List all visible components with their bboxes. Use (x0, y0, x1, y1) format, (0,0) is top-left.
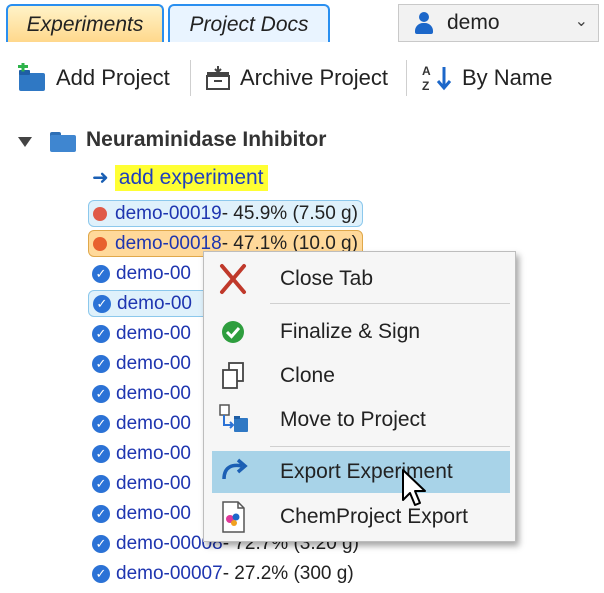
menu-label: Move to Project (280, 408, 426, 431)
experiment-item[interactable]: demo-00019 - 45.9% (7.50 g) (88, 200, 363, 227)
menu-item-export-experiment[interactable]: Export Experiment (212, 451, 510, 493)
menu-item-clone[interactable]: Clone (212, 355, 510, 397)
check-icon: ✓ (92, 534, 110, 553)
experiment-item[interactable]: ✓ demo-00 (88, 500, 195, 527)
status-dot-orange-icon (93, 236, 107, 251)
check-icon: ✓ (92, 354, 110, 373)
folder-icon (50, 132, 76, 152)
archive-project-label: Archive Project (240, 65, 388, 90)
experiment-item[interactable]: ✓ demo-00 (88, 380, 195, 407)
check-icon: ✓ (92, 474, 110, 493)
experiment-item[interactable]: ✓ demo-00 (88, 350, 195, 377)
check-icon: ✓ (92, 564, 110, 583)
experiment-id: demo-00019 (115, 202, 222, 224)
menu-label: Clone (280, 364, 335, 387)
experiment-id: demo-00007 (116, 562, 223, 584)
chemproject-document-icon (222, 501, 245, 533)
experiment-item[interactable]: ✓ demo-00 (88, 260, 195, 287)
experiment-id: demo-00 (116, 322, 191, 344)
menu-label: Close Tab (280, 267, 374, 290)
move-to-folder-icon (219, 404, 248, 432)
check-icon: ✓ (92, 444, 110, 463)
collapse-triangle-icon[interactable] (18, 137, 32, 147)
add-folder-icon (18, 63, 45, 91)
experiment-item[interactable]: ✓ demo-00 (88, 470, 195, 497)
svg-text:A: A (422, 64, 431, 78)
experiment-id: demo-00 (117, 292, 192, 314)
check-icon: ✓ (92, 264, 110, 283)
menu-label: Finalize & Sign (280, 320, 421, 343)
add-experiment-link[interactable]: ➜ add experiment (92, 164, 268, 191)
add-experiment-label: add experiment (114, 164, 268, 191)
experiment-id: demo-00 (116, 412, 191, 434)
user-dropdown[interactable]: demo ⌄ (398, 4, 599, 42)
experiment-yield: - 27.2% (300 g) (222, 562, 354, 584)
check-icon: ✓ (92, 414, 110, 433)
experiment-id: demo-00 (116, 442, 191, 464)
menu-label: ChemProject Export (280, 505, 468, 528)
check-icon: ✓ (92, 324, 110, 343)
check-icon: ✓ (92, 384, 110, 403)
menu-separator (270, 446, 510, 447)
experiment-id: demo-00 (116, 502, 191, 524)
export-arrow-icon (222, 458, 248, 480)
experiment-id: demo-00 (116, 262, 191, 284)
menu-item-finalize-sign[interactable]: Finalize & Sign (212, 311, 510, 353)
project-name[interactable]: Neuraminidase Inhibitor (86, 128, 326, 152)
svg-text:Z: Z (422, 79, 429, 93)
experiment-id: demo-00 (116, 472, 191, 494)
check-circle-icon (222, 321, 244, 343)
tab-project-docs[interactable]: Project Docs (168, 4, 330, 42)
experiment-id: demo-00 (116, 382, 191, 404)
experiment-item[interactable]: ✓ demo-00 (88, 320, 195, 347)
chevron-down-icon: ⌄ (574, 13, 588, 30)
copy-icon (222, 362, 244, 389)
toolbar-divider (406, 60, 407, 96)
add-project-button[interactable]: Add Project (16, 60, 170, 96)
check-icon: ✓ (92, 504, 110, 523)
status-dot-red-icon (93, 206, 107, 221)
add-project-label: Add Project (56, 65, 170, 90)
arrow-right-icon: ➜ (92, 167, 109, 189)
experiment-item[interactable]: ✓ demo-00 (88, 440, 195, 467)
experiment-yield: - 45.9% (7.50 g) (221, 202, 358, 224)
user-name: demo (447, 11, 500, 34)
toolbar: Add Project Archive Project A Z By Name (0, 46, 604, 114)
experiment-item[interactable]: ✓ demo-00 (88, 410, 195, 437)
experiment-item[interactable]: ✓ demo-00007 - 27.2% (300 g) (88, 560, 358, 587)
tab-experiments[interactable]: Experiments (6, 4, 164, 42)
sort-by-name-button[interactable]: A Z By Name (420, 60, 552, 96)
check-icon: ✓ (93, 294, 111, 313)
menu-item-chemproject-export[interactable]: ChemProject Export (212, 496, 510, 538)
close-x-icon (220, 264, 246, 294)
menu-item-close-tab[interactable]: Close Tab (212, 258, 510, 300)
experiment-item[interactable]: ✓ demo-00 (88, 290, 218, 317)
mouse-cursor-icon (402, 469, 426, 506)
sort-label: By Name (462, 65, 553, 90)
experiment-id: demo-00 (116, 352, 191, 374)
sort-az-icon: A Z (422, 64, 452, 93)
menu-item-move-to-project[interactable]: Move to Project (212, 399, 510, 441)
context-menu: Close Tab Finalize & Sign Clone Move to … (203, 251, 516, 542)
person-icon (415, 12, 433, 34)
archive-project-button[interactable]: Archive Project (204, 60, 388, 96)
menu-separator (270, 303, 510, 304)
toolbar-divider (190, 60, 191, 96)
archive-icon (206, 66, 230, 90)
